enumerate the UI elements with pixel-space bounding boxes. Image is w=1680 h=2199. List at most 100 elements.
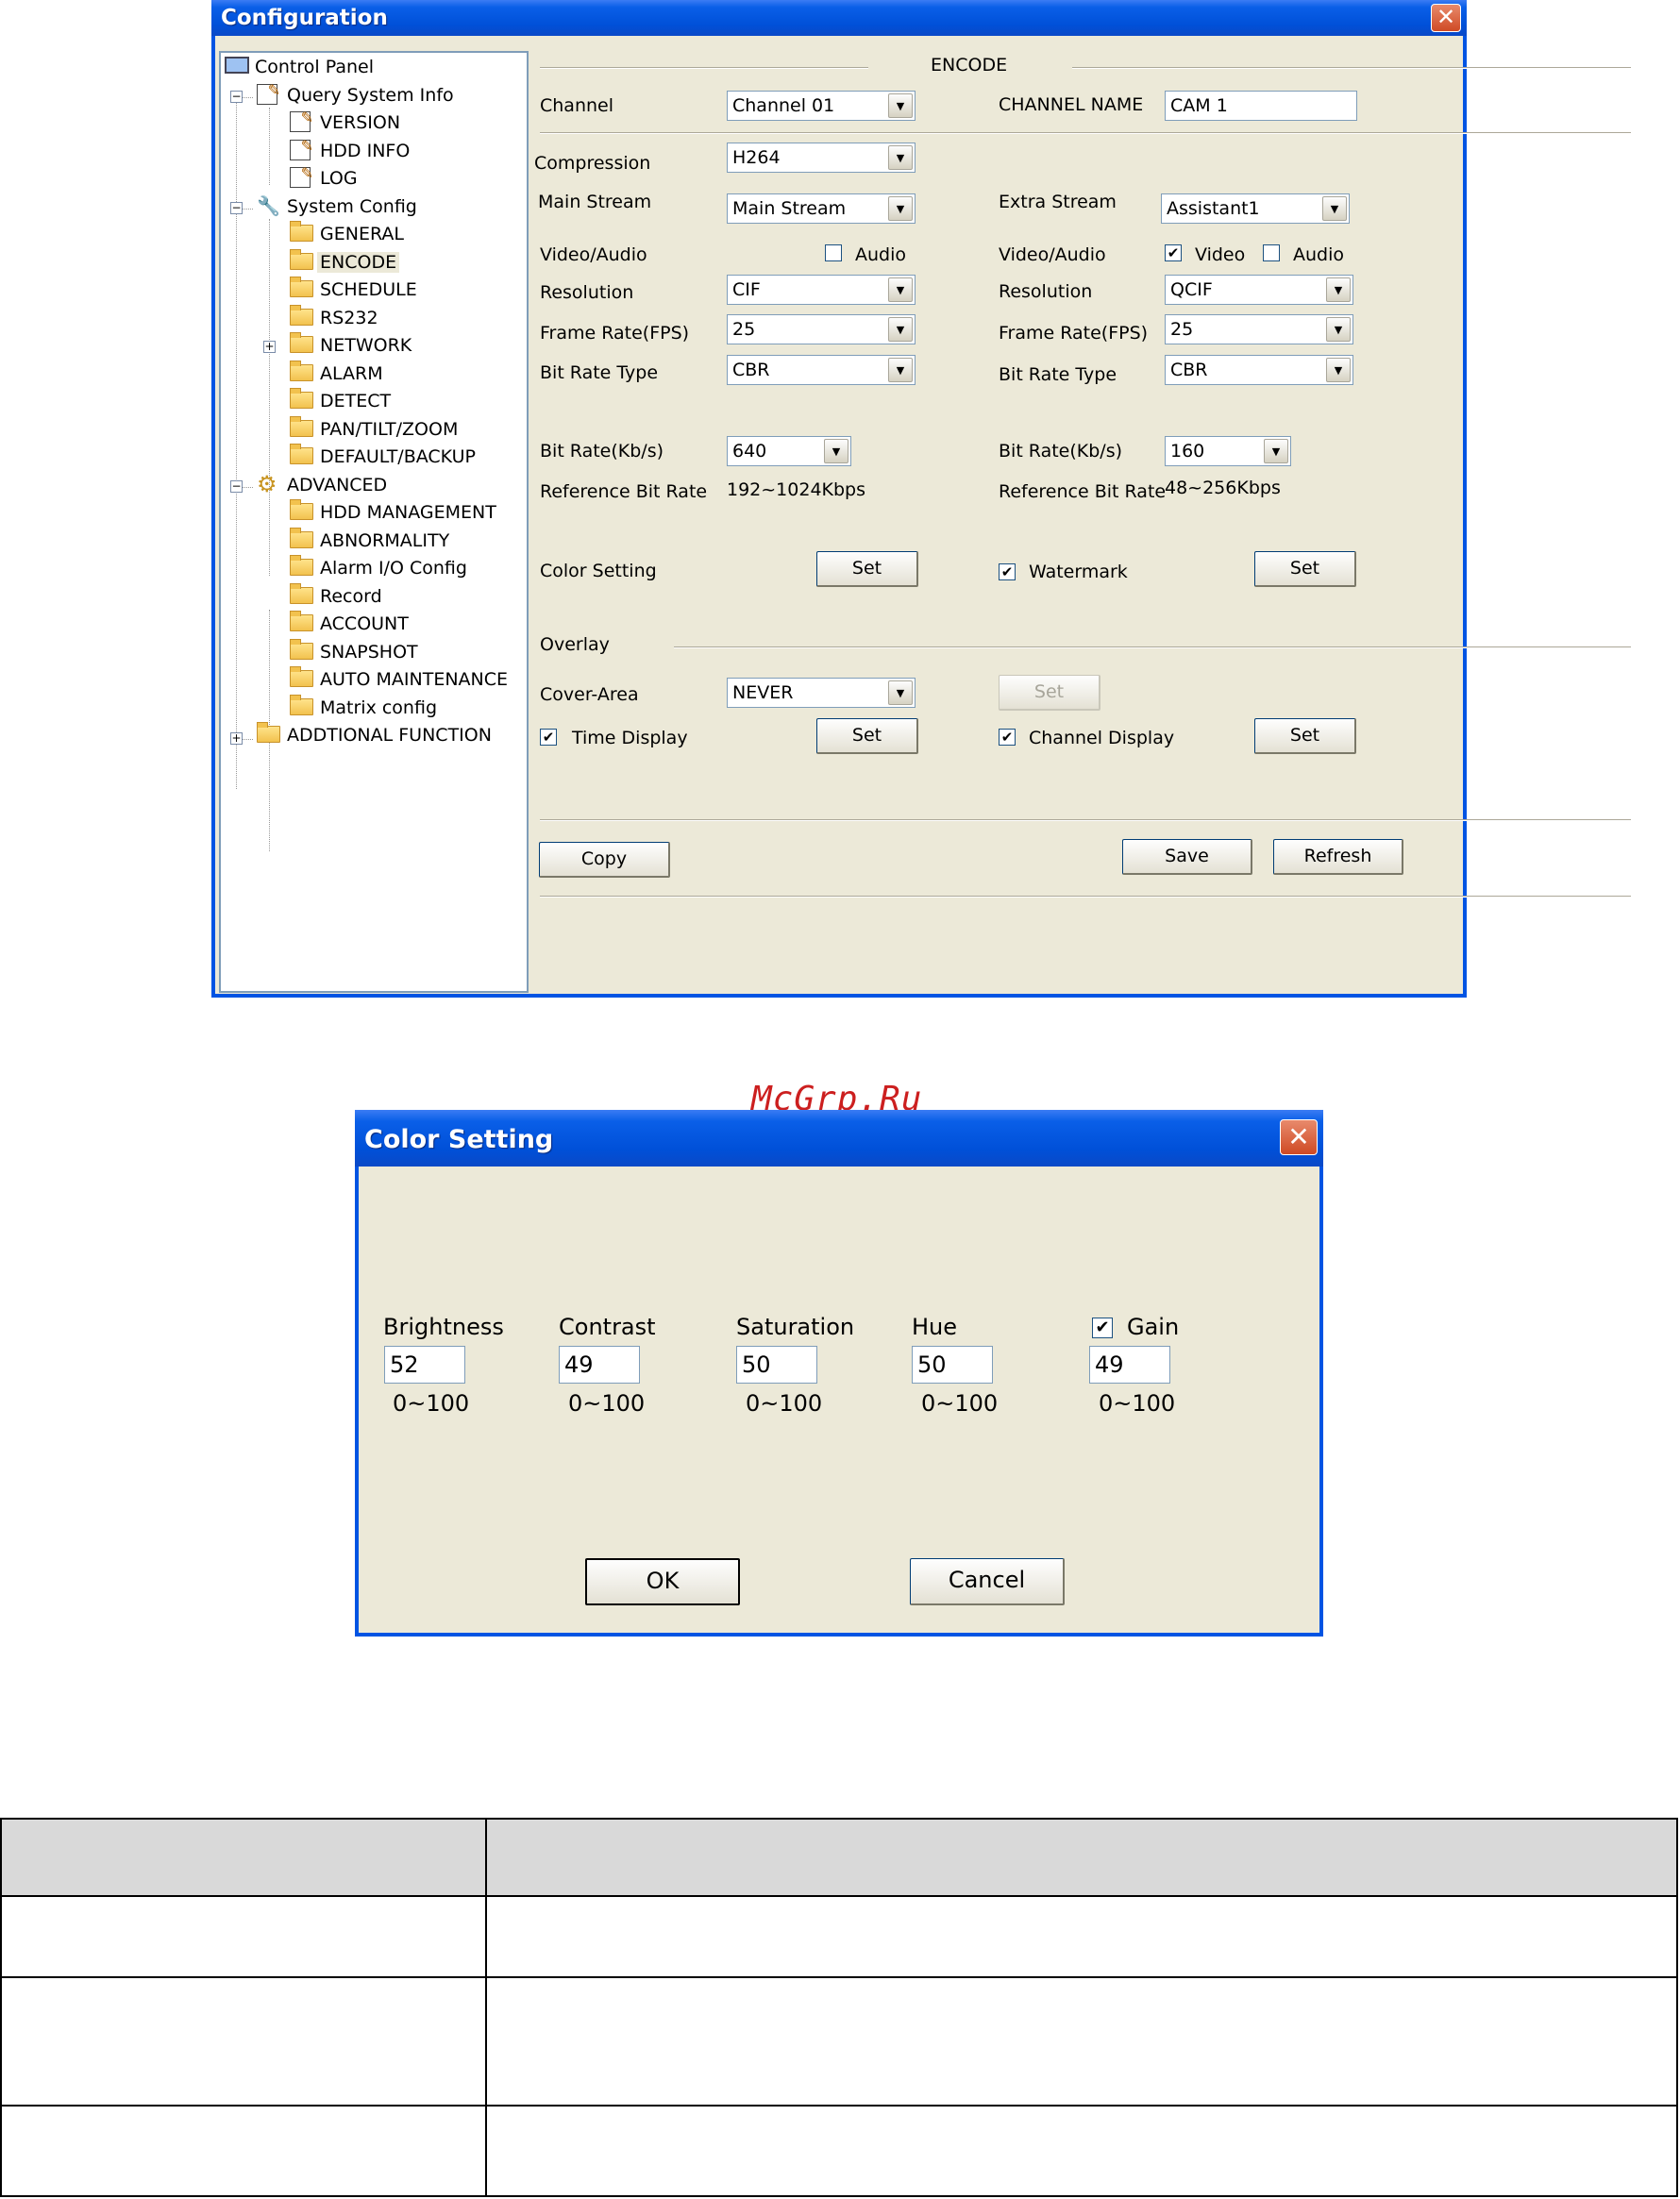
- title-bar[interactable]: Configuration ✕: [211, 0, 1467, 36]
- saturation-input[interactable]: 50: [736, 1346, 817, 1384]
- cover-area-select[interactable]: NEVER ▼: [727, 678, 916, 708]
- chevron-down-icon[interactable]: ▼: [888, 196, 913, 221]
- folder-icon: [290, 332, 313, 353]
- table-cell: [0, 1976, 487, 2107]
- channel-name-input[interactable]: CAM 1: [1165, 91, 1357, 121]
- gears-icon: ⚙: [257, 471, 277, 497]
- hue-input[interactable]: 50: [912, 1346, 993, 1384]
- main-audio-label: Audio: [855, 244, 907, 265]
- main-reference-bitrate-value: 192~1024Kbps: [727, 479, 866, 500]
- channel-label: Channel: [540, 95, 614, 116]
- gain-input[interactable]: 49: [1089, 1346, 1170, 1384]
- overlay-rule: [674, 646, 1631, 648]
- ok-button[interactable]: OK: [585, 1558, 740, 1605]
- time-display-set-button[interactable]: Set: [816, 718, 918, 754]
- chevron-down-icon[interactable]: ▼: [1264, 439, 1288, 463]
- gain-checkbox[interactable]: ✔: [1092, 1318, 1113, 1338]
- color-setting-set-button[interactable]: Set: [816, 551, 918, 587]
- chevron-down-icon[interactable]: ▼: [888, 277, 913, 302]
- extra-bitrate-select[interactable]: 160 ▼: [1165, 436, 1291, 466]
- chevron-down-icon[interactable]: ▼: [1322, 196, 1347, 221]
- collapse-toggle-advanced[interactable]: −: [230, 480, 243, 493]
- table-cell: [0, 2105, 487, 2197]
- cover-area-label: Cover-Area: [540, 684, 639, 705]
- dialog-close-button[interactable]: ✕: [1280, 1119, 1318, 1155]
- section-title: ENCODE: [931, 55, 1008, 76]
- contrast-label: Contrast: [559, 1314, 656, 1340]
- notepad-icon: [290, 137, 313, 160]
- hue-label: Hue: [912, 1314, 958, 1340]
- main-video-audio-label: Video/Audio: [540, 244, 647, 265]
- channel-select[interactable]: Channel 01 ▼: [727, 91, 916, 121]
- refresh-button[interactable]: Refresh: [1273, 839, 1403, 875]
- chevron-down-icon[interactable]: ▼: [888, 93, 913, 118]
- main-audio-checkbox[interactable]: [825, 244, 842, 261]
- main-resolution-select[interactable]: CIF ▼: [727, 275, 916, 305]
- chevron-down-icon[interactable]: ▼: [1326, 277, 1351, 302]
- save-button[interactable]: Save: [1122, 839, 1252, 875]
- extra-resolution-select[interactable]: QCIF ▼: [1165, 275, 1353, 305]
- collapse-toggle-query-system-info[interactable]: −: [230, 91, 243, 103]
- table-header-cell: [0, 1818, 487, 1897]
- main-bitrate-label: Bit Rate(Kb/s): [540, 441, 664, 462]
- cancel-button[interactable]: Cancel: [910, 1558, 1065, 1605]
- chevron-down-icon[interactable]: ▼: [888, 317, 913, 342]
- main-bitrate-type-label: Bit Rate Type: [540, 362, 659, 383]
- dialog-client: Brightness 52 0~100 Contrast 49 0~100 Sa…: [359, 1167, 1319, 1633]
- main-fps-select[interactable]: 25 ▼: [727, 314, 916, 344]
- folder-icon: [290, 444, 313, 464]
- folder-icon: [257, 722, 280, 743]
- notepad-icon: [290, 164, 313, 188]
- main-bitrate-type-select[interactable]: CBR ▼: [727, 355, 916, 385]
- main-reference-bitrate-label: Reference Bit Rate: [540, 481, 708, 502]
- main-stream-select[interactable]: Main Stream ▼: [727, 193, 916, 224]
- collapse-toggle-system-config[interactable]: −: [230, 202, 243, 214]
- close-icon: ✕: [1287, 1121, 1310, 1152]
- extra-fps-select[interactable]: 25 ▼: [1165, 314, 1353, 344]
- chevron-down-icon[interactable]: ▼: [888, 358, 913, 382]
- watermark-set-button[interactable]: Set: [1254, 551, 1356, 587]
- table-cell: [0, 1895, 487, 1978]
- brightness-label: Brightness: [383, 1314, 504, 1340]
- channel-display-set-button[interactable]: Set: [1254, 718, 1356, 754]
- table-row: [0, 2105, 1678, 2197]
- extra-bitrate-type-select[interactable]: CBR ▼: [1165, 355, 1353, 385]
- folder-icon: [290, 305, 313, 326]
- compression-select[interactable]: H264 ▼: [727, 143, 916, 173]
- folder-icon: [290, 528, 313, 548]
- main-bitrate-select[interactable]: 640 ▼: [727, 436, 851, 466]
- table-row: [0, 1895, 1678, 1978]
- extra-reference-bitrate-value: 48~256Kbps: [1165, 478, 1281, 498]
- saturation-label: Saturation: [736, 1314, 855, 1340]
- folder-icon: [290, 277, 313, 297]
- brightness-input[interactable]: 52: [384, 1346, 465, 1384]
- extra-stream-select[interactable]: Assistant1 ▼: [1161, 193, 1350, 224]
- extra-video-checkbox[interactable]: ✔: [1165, 244, 1182, 261]
- dialog-title-bar[interactable]: Color Setting ✕: [355, 1110, 1323, 1167]
- table-row: [0, 1976, 1678, 2107]
- channel-rule: [540, 132, 1631, 134]
- time-display-checkbox[interactable]: ✔: [540, 729, 557, 746]
- chevron-down-icon[interactable]: ▼: [888, 145, 913, 170]
- expand-toggle-network[interactable]: +: [263, 341, 276, 353]
- hue-range: 0~100: [921, 1390, 999, 1417]
- chevron-down-icon[interactable]: ▼: [1326, 317, 1351, 342]
- watermark-checkbox[interactable]: ✔: [999, 563, 1016, 580]
- chevron-down-icon[interactable]: ▼: [1326, 358, 1351, 382]
- expand-toggle-additional-function[interactable]: +: [230, 732, 243, 745]
- compression-label: Compression: [534, 153, 651, 174]
- chevron-down-icon[interactable]: ▼: [888, 680, 913, 705]
- folder-icon: [290, 666, 313, 687]
- encode-header-rule-left: [540, 67, 868, 69]
- close-button[interactable]: ✕: [1431, 4, 1461, 32]
- channel-display-label: Channel Display: [1029, 728, 1175, 748]
- chevron-down-icon[interactable]: ▼: [824, 439, 848, 463]
- config-tree: Control Panel − Query System Info VERSIO…: [219, 51, 529, 993]
- contrast-input[interactable]: 49: [559, 1346, 640, 1384]
- channel-display-checkbox[interactable]: ✔: [999, 729, 1016, 746]
- main-resolution-label: Resolution: [540, 282, 634, 303]
- folder-icon: [290, 695, 313, 715]
- extra-audio-checkbox[interactable]: [1263, 244, 1280, 261]
- configuration-window: Configuration ✕ Control Panel − Query Sy…: [211, 0, 1631, 998]
- copy-button[interactable]: Copy: [539, 842, 670, 878]
